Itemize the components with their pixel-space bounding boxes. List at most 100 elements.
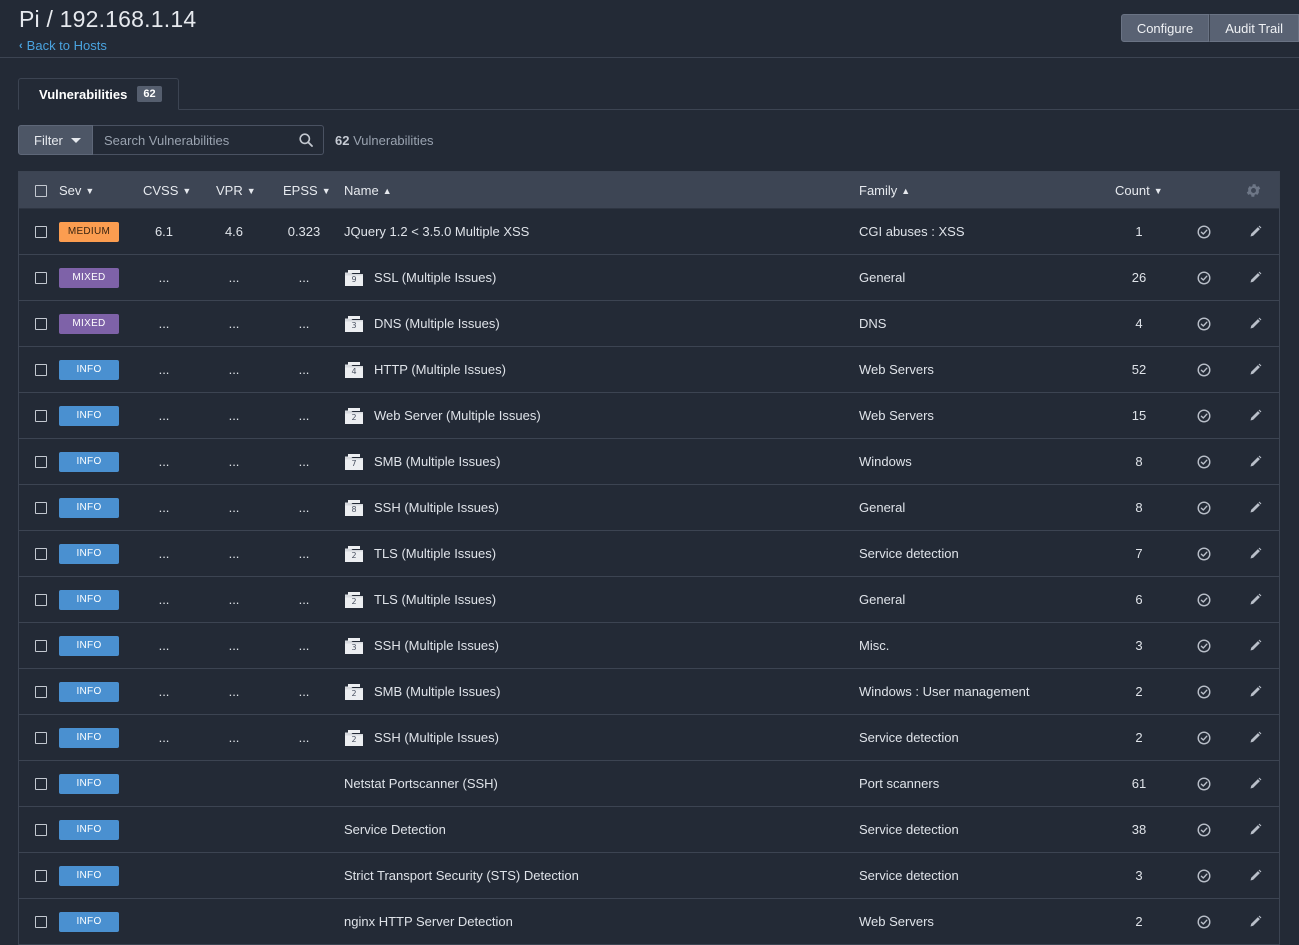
severity-badge: INFO: [59, 865, 119, 886]
snooze-button[interactable]: [1194, 807, 1214, 852]
edit-button[interactable]: [1245, 485, 1265, 530]
row-checkbox-cell: [35, 715, 49, 760]
row-checkbox[interactable]: [35, 547, 47, 560]
pencil-icon: [1250, 731, 1261, 743]
table-row[interactable]: MIXED ... ... ... 3 DNS (Multiple Issues…: [19, 301, 1279, 347]
table-row[interactable]: INFO Netstat Portscanner (SSH) Port scan…: [19, 761, 1279, 807]
snooze-button[interactable]: [1194, 853, 1214, 898]
severity-badge: MIXED: [59, 313, 119, 334]
table-row[interactable]: INFO ... ... ... 4 HTTP (Multiple Issues…: [19, 347, 1279, 393]
edit-button[interactable]: [1245, 393, 1265, 438]
row-checkbox[interactable]: [35, 731, 47, 744]
name-cell: 2 Web Server (Multiple Issues): [344, 393, 844, 438]
search-icon[interactable]: [299, 133, 313, 147]
row-checkbox[interactable]: [35, 409, 47, 422]
edit-button[interactable]: [1245, 531, 1265, 576]
snooze-button[interactable]: [1194, 669, 1214, 714]
snooze-button[interactable]: [1194, 761, 1214, 806]
column-header-epss[interactable]: EPSS ▼: [283, 172, 331, 209]
table-row[interactable]: INFO nginx HTTP Server Detection Web Ser…: [19, 899, 1279, 945]
snooze-button[interactable]: [1194, 485, 1214, 530]
snooze-button[interactable]: [1194, 531, 1214, 576]
vulnerability-name: Strict Transport Security (STS) Detectio…: [344, 868, 579, 883]
folder-icon: 2: [344, 591, 364, 609]
cvss-cell: ...: [158, 316, 170, 331]
table-row[interactable]: INFO ... ... ... 2 Web Server (Multiple …: [19, 393, 1279, 439]
snooze-button[interactable]: [1194, 393, 1214, 438]
column-header-count[interactable]: Count ▼: [1115, 172, 1163, 209]
snooze-button[interactable]: [1194, 899, 1214, 944]
row-checkbox[interactable]: [35, 593, 47, 606]
row-checkbox[interactable]: [35, 271, 47, 284]
row-checkbox-cell: [35, 485, 49, 530]
snooze-button[interactable]: [1194, 209, 1214, 254]
snooze-button[interactable]: [1194, 623, 1214, 668]
severity-badge: INFO: [59, 543, 119, 564]
audit-trail-button[interactable]: Audit Trail: [1209, 14, 1299, 42]
edit-button[interactable]: [1245, 899, 1265, 944]
name-cell: 4 HTTP (Multiple Issues): [344, 347, 844, 392]
edit-button[interactable]: [1245, 853, 1265, 898]
severity-badge: MEDIUM: [59, 221, 119, 242]
edit-button[interactable]: [1245, 301, 1265, 346]
row-checkbox[interactable]: [35, 639, 47, 652]
column-header-name[interactable]: Name ▲: [344, 172, 392, 209]
back-to-hosts-link[interactable]: ‹ Back to Hosts: [19, 38, 107, 53]
column-header-sev[interactable]: Sev ▼: [59, 172, 94, 209]
edit-button[interactable]: [1245, 807, 1265, 852]
table-row[interactable]: MEDIUM 6.1 4.6 0.323 JQuery 1.2 < 3.5.0 …: [19, 209, 1279, 255]
vpr-cell: [203, 807, 265, 852]
table-row[interactable]: INFO ... ... ... 3 SSH (Multiple Issues)…: [19, 623, 1279, 669]
toolbar: Filter 62 Vulnerabilities: [18, 125, 434, 155]
tab-vulnerabilities[interactable]: Vulnerabilities 62: [18, 78, 179, 110]
select-all-checkbox[interactable]: [35, 184, 47, 197]
snooze-button[interactable]: [1194, 577, 1214, 622]
name-cell: 3 SSH (Multiple Issues): [344, 623, 844, 668]
row-checkbox[interactable]: [35, 455, 47, 468]
row-checkbox[interactable]: [35, 501, 47, 514]
severity-badge: INFO: [59, 497, 119, 518]
edit-button[interactable]: [1245, 347, 1265, 392]
row-checkbox[interactable]: [35, 685, 47, 698]
search-input[interactable]: [93, 126, 323, 154]
pencil-icon: [1250, 317, 1261, 329]
edit-button[interactable]: [1245, 255, 1265, 300]
snooze-button[interactable]: [1194, 439, 1214, 484]
configure-button[interactable]: Configure: [1120, 14, 1210, 42]
snooze-button[interactable]: [1194, 255, 1214, 300]
row-checkbox[interactable]: [35, 317, 47, 330]
column-settings-button[interactable]: [1245, 172, 1262, 209]
edit-button[interactable]: [1245, 715, 1265, 760]
snooze-button[interactable]: [1194, 715, 1214, 760]
table-row[interactable]: INFO ... ... ... 2 SSH (Multiple Issues)…: [19, 715, 1279, 761]
edit-button[interactable]: [1245, 761, 1265, 806]
column-header-family[interactable]: Family ▲: [859, 172, 910, 209]
table-row[interactable]: INFO ... ... ... 2 SMB (Multiple Issues)…: [19, 669, 1279, 715]
row-checkbox[interactable]: [35, 823, 47, 836]
table-row[interactable]: MIXED ... ... ... 9 SSL (Multiple Issues…: [19, 255, 1279, 301]
row-checkbox[interactable]: [35, 869, 47, 882]
snooze-button[interactable]: [1194, 301, 1214, 346]
vulnerability-name: Web Server (Multiple Issues): [374, 408, 541, 423]
column-header-cvss[interactable]: CVSS ▼: [143, 172, 191, 209]
check-circle-icon: [1197, 592, 1211, 607]
row-checkbox[interactable]: [35, 225, 47, 238]
table-row[interactable]: INFO ... ... ... 7 SMB (Multiple Issues)…: [19, 439, 1279, 485]
row-checkbox[interactable]: [35, 915, 47, 928]
table-row[interactable]: INFO Strict Transport Security (STS) Det…: [19, 853, 1279, 899]
cvss-cell: [133, 761, 195, 806]
filter-button[interactable]: Filter: [18, 125, 93, 155]
edit-button[interactable]: [1245, 209, 1265, 254]
table-row[interactable]: INFO ... ... ... 2 TLS (Multiple Issues)…: [19, 577, 1279, 623]
table-row[interactable]: INFO Service Detection Service detection…: [19, 807, 1279, 853]
row-checkbox[interactable]: [35, 363, 47, 376]
snooze-button[interactable]: [1194, 347, 1214, 392]
edit-button[interactable]: [1245, 577, 1265, 622]
table-row[interactable]: INFO ... ... ... 2 TLS (Multiple Issues)…: [19, 531, 1279, 577]
row-checkbox[interactable]: [35, 777, 47, 790]
edit-button[interactable]: [1245, 439, 1265, 484]
table-row[interactable]: INFO ... ... ... 8 SSH (Multiple Issues)…: [19, 485, 1279, 531]
edit-button[interactable]: [1245, 623, 1265, 668]
edit-button[interactable]: [1245, 669, 1265, 714]
column-header-vpr[interactable]: VPR ▼: [216, 172, 256, 209]
